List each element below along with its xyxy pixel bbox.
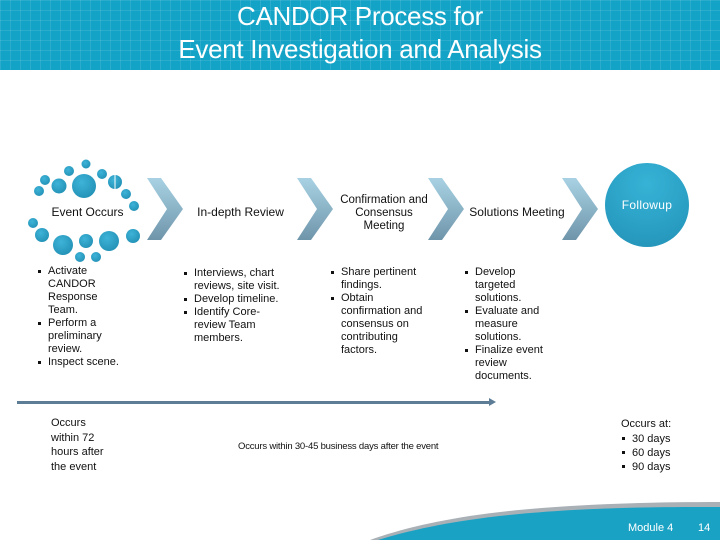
timing-note-last-list: 30 days 60 days 90 days: [621, 432, 701, 474]
step-1-bullets: Activate CANDOR Response Team. Perform a…: [37, 265, 127, 369]
timeline-line: [17, 401, 491, 404]
bullet-item: Develop targeted solutions.: [464, 266, 556, 305]
bullet-item: Inspect scene.: [37, 356, 127, 369]
bullet-item: Finalize event review documents.: [464, 344, 556, 383]
step-4-bullets: Develop targeted solutions. Evaluate and…: [464, 266, 556, 383]
step-label-followup: Followup: [621, 198, 673, 212]
step-label-in-depth-review: In-depth Review: [197, 205, 284, 219]
bullet-item: 30 days: [621, 432, 701, 446]
step-3-bullets: Share pertinent findings. Obtain confirm…: [330, 266, 430, 357]
title-line-2: Event Investigation and Analysis: [178, 34, 542, 64]
step-label-confirmation-meeting: Confirmation and Consensus Meeting: [340, 194, 428, 232]
timing-note-first: Occurs within 72 hours after the event: [51, 417, 104, 473]
chevron-right-icon: [297, 178, 333, 240]
bullet-item: Share pertinent findings.: [330, 266, 430, 292]
bullet-item: Activate CANDOR Response Team.: [37, 265, 127, 317]
footer-swoosh: [370, 502, 720, 540]
slide-title: CANDOR Process for Event Investigation a…: [0, 0, 720, 66]
step-label-solutions-meeting: Solutions Meeting: [469, 205, 565, 219]
step-2-bullets: Interviews, chart reviews, site visit. D…: [183, 267, 288, 345]
footer-module: Module 4: [628, 522, 674, 534]
bullet-item: 90 days: [621, 460, 701, 474]
followup-circle: Followup: [605, 163, 689, 247]
bullet-item: Obtain confirmation and consensus on con…: [330, 292, 430, 357]
chevron-right-icon: [147, 178, 183, 240]
bullet-item: Develop timeline.: [183, 293, 288, 306]
bullet-item: Interviews, chart reviews, site visit.: [183, 267, 288, 293]
bullet-item: Evaluate and measure solutions.: [464, 305, 556, 344]
bullet-item: Perform a preliminary review.: [37, 317, 127, 356]
bullet-item: Identify Core-review Team members.: [183, 306, 288, 345]
timeline-arrowhead-icon: [489, 398, 496, 406]
timing-note-middle: Occurs within 30-45 business days after …: [238, 441, 439, 452]
timing-note-last-heading: Occurs at:: [621, 418, 672, 430]
title-line-1: CANDOR Process for: [237, 1, 483, 31]
footer-page-number: 14: [698, 522, 711, 534]
step-label-event-occurs: Event Occurs: [51, 205, 124, 219]
bullet-item: 60 days: [621, 446, 701, 460]
timing-note-last: Occurs at: 30 days 60 days 90 days: [621, 417, 701, 474]
